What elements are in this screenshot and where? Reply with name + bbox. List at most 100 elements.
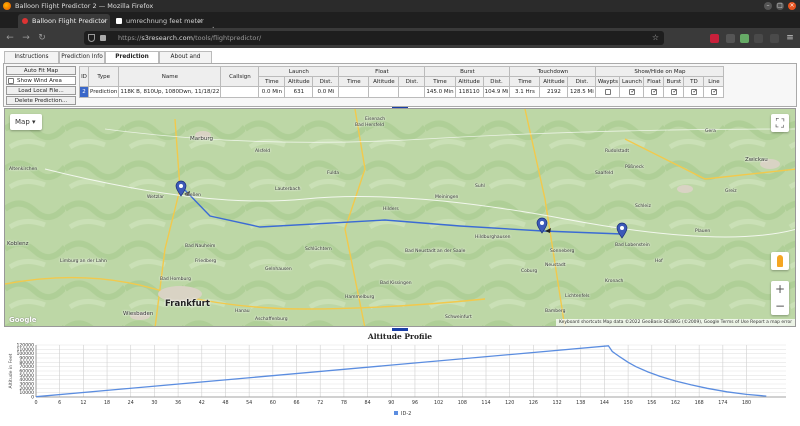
sub-td: TD: [683, 76, 705, 87]
lock-icon[interactable]: [100, 35, 106, 41]
url-bar[interactable]: https://s3research.com/tools/flightpredi…: [84, 31, 664, 45]
sub-launch-alt: Altitude: [284, 76, 314, 87]
pocket-icon[interactable]: [710, 34, 719, 43]
cell-td-time: 3.1 Hrs: [509, 86, 541, 98]
url-path: /tools/flightpredictor/: [192, 34, 262, 42]
cell-show-td[interactable]: [683, 86, 705, 98]
google-map[interactable]: Marburg Frankfurt Wiesbaden Koblenz Wetz…: [4, 108, 796, 327]
city-label: Zwickau: [745, 157, 768, 163]
show-wind-area-checkbox[interactable]: [8, 78, 14, 84]
tab-instructions[interactable]: Instructions: [4, 51, 59, 63]
fullscreen-icon[interactable]: ⛶: [771, 114, 789, 132]
cell-id[interactable]: 2: [79, 86, 89, 98]
balloon-favicon-icon: [22, 18, 28, 24]
x-tick-label: 168: [695, 400, 704, 406]
forward-icon[interactable]: →: [20, 32, 32, 44]
x-tick-label: 156: [647, 400, 656, 406]
city-label: Greiz: [725, 189, 737, 194]
browser-tab-umrechnung[interactable]: umrechnung feet meter ×: [112, 14, 206, 28]
delete-prediction-button[interactable]: Delete Prediction...: [6, 96, 76, 105]
results-panel: Auto Fit Map Show Wind Area Load Local F…: [3, 63, 797, 107]
sub-launch-dist: Dist.: [312, 76, 340, 87]
city-label: Gießen: [185, 193, 201, 198]
reload-icon[interactable]: ↻: [36, 32, 48, 44]
map-type-button[interactable]: Map ▾: [10, 114, 42, 130]
street-view-pegman-icon[interactable]: [771, 252, 789, 270]
city-label: Sonneberg: [550, 249, 575, 254]
legend-label: ID-2: [401, 411, 411, 417]
city-label: Bad Homburg: [160, 277, 191, 282]
city-label: Alsfeld: [255, 149, 271, 154]
cell-show-waypts[interactable]: [595, 86, 621, 98]
url-prefix: https://: [118, 34, 142, 42]
addon-icon[interactable]: [740, 34, 749, 43]
close-window-icon[interactable]: ×: [788, 2, 796, 10]
x-tick-label: 180: [742, 400, 751, 406]
shield-icon[interactable]: [88, 34, 95, 42]
x-tick-label: 30: [151, 400, 157, 406]
x-tick-label: 114: [481, 400, 490, 406]
city-label: Eisenach: [365, 117, 386, 122]
x-tick-label: 174: [718, 400, 727, 406]
tab-about-credits[interactable]: About and Credits: [159, 51, 212, 71]
table-row[interactable]: 2 Prediction 118K B, 810Up, 1080Dwn, 11/…: [79, 86, 725, 98]
burst-checkbox[interactable]: [671, 88, 677, 95]
auto-fit-map-button[interactable]: Auto Fit Map: [6, 66, 76, 75]
city-label: Neustadt: [545, 263, 566, 268]
float-checkbox[interactable]: [651, 88, 657, 95]
browser-tab-predictor[interactable]: Balloon Flight Predictor 2 ×: [18, 14, 110, 28]
td-checkbox[interactable]: [691, 88, 697, 95]
window-title: Balloon Flight Predictor 2 — Mozilla Fir…: [15, 2, 154, 10]
map-canvas[interactable]: [5, 109, 796, 327]
window-titlebar: Balloon Flight Predictor 2 — Mozilla Fir…: [0, 0, 800, 12]
x-tick-label: 108: [458, 400, 467, 406]
cell-launch-time: 0.0 Min: [258, 86, 286, 98]
sync-icon[interactable]: [754, 34, 763, 43]
line-checkbox[interactable]: [711, 88, 717, 95]
sub-line: Line: [703, 76, 725, 87]
map-type-label: Map: [15, 118, 30, 126]
x-tick-label: 102: [434, 400, 443, 406]
back-icon[interactable]: ←: [4, 32, 16, 44]
browser-tab-bar: Balloon Flight Predictor 2 × umrechnung …: [0, 12, 800, 36]
touchdown-marker-icon[interactable]: [616, 222, 632, 240]
waypts-checkbox[interactable]: [605, 89, 612, 95]
x-tick-label: 72: [317, 400, 323, 406]
sub-burst: Burst: [663, 76, 685, 87]
x-tick-label: 126: [529, 400, 538, 406]
bookmark-star-icon[interactable]: ☆: [652, 31, 659, 45]
extension-icon[interactable]: [726, 34, 735, 43]
tab-prediction-info[interactable]: Prediction Info: [59, 51, 105, 63]
cell-show-line[interactable]: [703, 86, 725, 98]
city-label: Bad Kissingen: [380, 281, 412, 286]
show-wind-area-row[interactable]: Show Wind Area: [6, 76, 76, 85]
city-label: Bad Lobenstein: [615, 243, 650, 248]
load-local-file-button[interactable]: Load Local File...: [6, 86, 76, 95]
city-label: Limburg an der Lahn: [60, 259, 107, 264]
x-tick-label: 36: [175, 400, 181, 406]
sub-td-time: Time: [509, 76, 541, 87]
minimize-icon[interactable]: –: [764, 2, 772, 10]
sub-burst-dist: Dist.: [482, 76, 511, 87]
cell-show-float[interactable]: [643, 86, 665, 98]
close-tab-icon[interactable]: ×: [197, 14, 203, 28]
burst-marker-icon[interactable]: [536, 217, 552, 235]
map-attribution[interactable]: Keyboard shortcuts Map data ©2022 GeoBas…: [555, 319, 795, 326]
launch-checkbox[interactable]: [629, 88, 635, 95]
predictions-table: ID Type Name Callsign Launch Float Burst…: [79, 66, 725, 98]
cell-show-launch[interactable]: [619, 86, 645, 98]
maximize-icon[interactable]: □: [776, 2, 784, 10]
sub-float-alt: Altitude: [368, 76, 400, 87]
sub-float-time: Time: [338, 76, 370, 87]
menu-icon[interactable]: ≡: [784, 32, 796, 44]
downloads-icon[interactable]: [770, 34, 779, 43]
sub-float: Float: [643, 76, 665, 87]
close-tab-icon[interactable]: ×: [101, 14, 107, 28]
sub-waypts: Waypts: [595, 76, 621, 87]
city-label: Hildburghausen: [475, 235, 511, 240]
tab-prediction-results[interactable]: Prediction Results: [105, 51, 159, 71]
cell-show-burst[interactable]: [663, 86, 685, 98]
google-logo[interactable]: Google: [9, 316, 37, 324]
zoom-in-button[interactable]: +: [771, 281, 789, 298]
zoom-out-button[interactable]: −: [771, 298, 789, 315]
